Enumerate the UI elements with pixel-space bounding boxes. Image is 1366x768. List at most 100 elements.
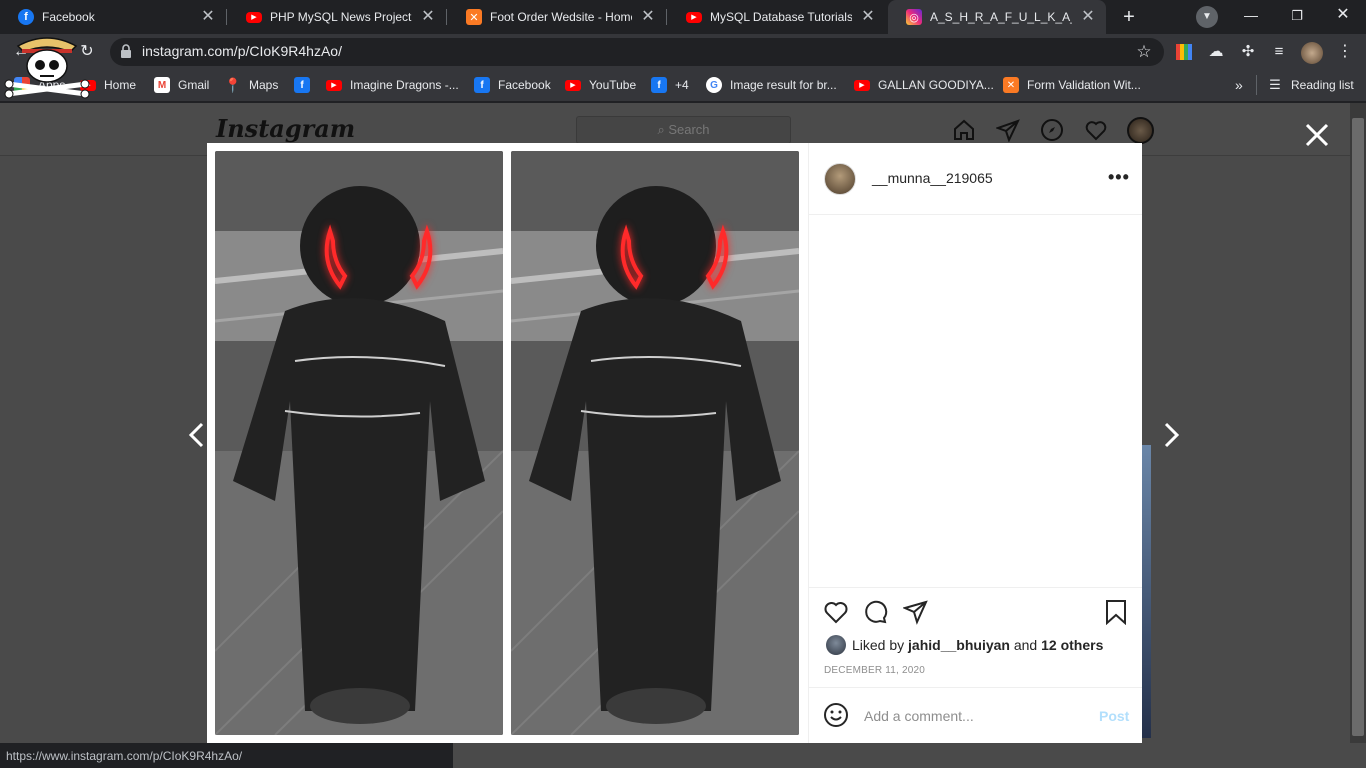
comment-bubble-icon[interactable] bbox=[863, 599, 889, 625]
star-bookmark-icon[interactable]: ☆ bbox=[1133, 41, 1155, 63]
bookmark-imagine-dragons[interactable]: ▶ Imagine Dragons -... bbox=[326, 76, 459, 94]
new-tab-icon[interactable]: + bbox=[1118, 6, 1140, 28]
direct-messages-icon[interactable] bbox=[996, 118, 1020, 142]
post-photo-right[interactable] bbox=[511, 151, 799, 735]
like-heart-icon[interactable] bbox=[823, 599, 849, 625]
home-icon[interactable] bbox=[952, 118, 976, 142]
next-post-chevron-icon[interactable] bbox=[1160, 422, 1182, 448]
facebook-icon: f bbox=[474, 77, 490, 93]
close-tab-icon[interactable]: ✕ bbox=[1080, 9, 1096, 25]
more-bookmarks-chevron[interactable]: » bbox=[1235, 76, 1243, 94]
reading-list-button[interactable]: ☰ Reading list bbox=[1267, 76, 1354, 94]
bookmark-youtube[interactable]: ▶ YouTube bbox=[565, 76, 636, 94]
bookmark-facebook[interactable]: f Facebook bbox=[474, 76, 551, 94]
bookmark-maps[interactable]: 📍 Maps bbox=[224, 76, 278, 94]
post-photo-art bbox=[215, 151, 503, 735]
gmail-icon: M bbox=[154, 77, 170, 93]
cloud-extension-icon[interactable]: ☁ bbox=[1205, 41, 1227, 63]
tab-foot-order[interactable]: ✕ Foot Order Wedsite - Home P ✕ bbox=[448, 0, 666, 34]
facebook-icon: f bbox=[18, 9, 34, 25]
bookmark-label: Imagine Dragons -... bbox=[350, 78, 459, 92]
facebook-icon: f bbox=[651, 77, 667, 93]
tab-title: Foot Order Wedsite - Home P bbox=[490, 10, 632, 24]
youtube-icon: ▶ bbox=[246, 11, 262, 23]
emoji-icon[interactable] bbox=[823, 702, 849, 728]
bookmark-form-validation[interactable]: ✕ Form Validation Wit... bbox=[1003, 76, 1141, 94]
liked-user-link[interactable]: jahid__bhuiyan bbox=[908, 637, 1010, 653]
tab-title: PHP MySQL News Project Int bbox=[270, 10, 412, 24]
facebook-icon: f bbox=[294, 77, 310, 93]
bookmark-plus4[interactable]: f +4 bbox=[651, 76, 689, 94]
close-tab-icon[interactable]: ✕ bbox=[200, 9, 216, 25]
skull-sticker-icon bbox=[4, 37, 90, 99]
post-comment-button[interactable]: Post bbox=[1099, 708, 1129, 724]
bookmark-label: Image result for br... bbox=[730, 78, 837, 92]
instagram-icon: ◎ bbox=[906, 9, 922, 25]
instagram-logo[interactable]: Instagram bbox=[216, 114, 355, 143]
bookmark-label: Home bbox=[104, 78, 137, 92]
close-tab-icon[interactable]: ✕ bbox=[640, 9, 656, 25]
tab-search-icon[interactable]: ▼ bbox=[1196, 6, 1218, 28]
tab-facebook[interactable]: f Facebook ✕ bbox=[0, 0, 226, 34]
youtube-icon: ▶ bbox=[686, 11, 702, 23]
tab-php-mysql[interactable]: ▶ PHP MySQL News Project Int ✕ bbox=[228, 0, 446, 34]
reading-list-label: Reading list bbox=[1291, 78, 1354, 92]
close-tab-icon[interactable]: ✕ bbox=[420, 9, 436, 25]
youtube-icon: ▶ bbox=[326, 79, 342, 91]
xampp-icon: ✕ bbox=[1003, 77, 1019, 93]
lock-icon bbox=[121, 44, 131, 58]
minimize-icon[interactable]: — bbox=[1240, 4, 1262, 26]
author-avatar[interactable] bbox=[824, 163, 856, 195]
more-options-icon[interactable]: ••• bbox=[1108, 167, 1130, 188]
profile-avatar[interactable] bbox=[1127, 117, 1154, 144]
background-post-thumbnail bbox=[1142, 445, 1151, 738]
bookmark-label: Facebook bbox=[498, 78, 551, 92]
bookmark-image-result[interactable]: G Image result for br... bbox=[706, 76, 837, 94]
save-bookmark-icon[interactable] bbox=[1103, 599, 1129, 625]
tab-strip: f Facebook ✕ ▶ PHP MySQL News Project In… bbox=[0, 0, 1366, 34]
prev-post-chevron-icon[interactable] bbox=[186, 422, 208, 448]
post-sidebar bbox=[808, 143, 1142, 743]
close-tab-icon[interactable]: ✕ bbox=[860, 9, 876, 25]
tab-instagram-active[interactable]: ◎ A_S_H_R_A_F_U_L_K_A_R_I_M ✕ bbox=[888, 0, 1106, 34]
page-bottom bbox=[453, 743, 1366, 768]
instagram-search[interactable]: ⌕ Search bbox=[576, 116, 791, 144]
tab-title: Facebook bbox=[42, 10, 95, 24]
post-date[interactable]: DECEMBER 11, 2020 bbox=[824, 665, 925, 676]
bookmark-gmail[interactable]: M Gmail bbox=[154, 76, 209, 94]
reading-list-icon: ☰ bbox=[1269, 77, 1281, 92]
search-placeholder: Search bbox=[668, 122, 710, 137]
color-extension-icon[interactable] bbox=[1176, 44, 1192, 60]
scrollbar-thumb[interactable] bbox=[1352, 118, 1364, 736]
close-window-icon[interactable]: ✕ bbox=[1332, 4, 1354, 26]
youtube-icon: ▶ bbox=[565, 79, 581, 91]
tab-title: MySQL Database Tutorials in bbox=[710, 10, 852, 24]
extensions-puzzle-icon[interactable]: ✣ bbox=[1237, 41, 1259, 63]
liked-others-link[interactable]: 12 others bbox=[1041, 637, 1103, 653]
tab-mysql-tutorials[interactable]: ▶ MySQL Database Tutorials in ✕ bbox=[668, 0, 886, 34]
bookmark-gallan-goodiya[interactable]: ▶ GALLAN GOODIYA... bbox=[854, 76, 994, 94]
youtube-icon: ▶ bbox=[854, 79, 870, 91]
bookmark-label: +4 bbox=[675, 78, 689, 92]
media-control-icon[interactable]: ≡ bbox=[1268, 41, 1290, 63]
liker-avatar[interactable] bbox=[826, 635, 846, 655]
menu-kebab-icon[interactable]: ⋮ bbox=[1334, 41, 1356, 63]
restore-icon[interactable]: ❐ bbox=[1286, 5, 1308, 27]
share-paper-plane-icon[interactable] bbox=[903, 599, 929, 625]
author-username[interactable]: __munna__219065 bbox=[872, 170, 993, 186]
liked-by-text: Liked by jahid__bhuiyan and 12 others bbox=[852, 637, 1103, 653]
google-icon: G bbox=[706, 77, 722, 93]
bookmark-label: GALLAN GOODIYA... bbox=[878, 78, 994, 92]
bookmark-facebook-icon-only[interactable]: f bbox=[294, 76, 318, 94]
post-photo-art bbox=[511, 151, 799, 735]
profile-avatar[interactable] bbox=[1301, 42, 1323, 64]
comment-input[interactable] bbox=[864, 705, 1084, 727]
activity-heart-icon[interactable] bbox=[1084, 118, 1108, 142]
liked-mid: and bbox=[1009, 637, 1042, 653]
url-text[interactable]: instagram.com/p/CIoK9R4hzAo/ bbox=[142, 43, 342, 59]
post-photo-left[interactable] bbox=[215, 151, 503, 735]
explore-compass-icon[interactable] bbox=[1040, 118, 1064, 142]
bookmark-divider bbox=[1256, 75, 1257, 95]
close-modal-icon[interactable] bbox=[1303, 121, 1331, 149]
status-bar-url: https://www.instagram.com/p/CIoK9R4hzAo/ bbox=[0, 744, 453, 768]
